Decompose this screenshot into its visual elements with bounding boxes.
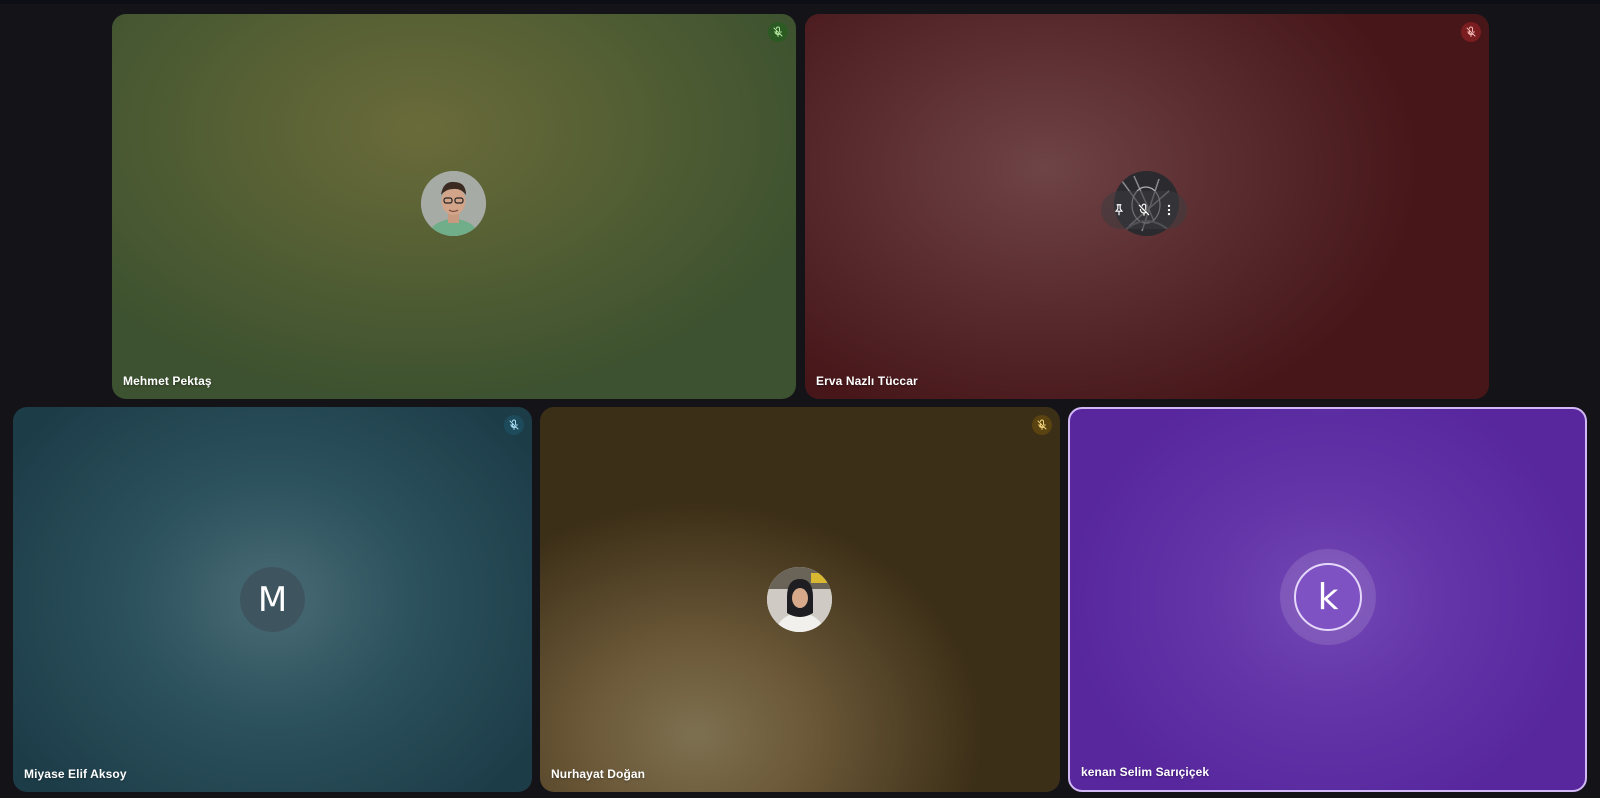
- participant-tile[interactable]: Mehmet Pektaş: [112, 14, 796, 399]
- mic-off-icon: [504, 415, 524, 435]
- mic-off-icon: [1032, 415, 1052, 435]
- avatar-photo: [421, 171, 486, 236]
- mic-off-icon: [1461, 22, 1481, 42]
- avatar-initial: M: [257, 579, 288, 620]
- participant-tile[interactable]: Nurhayat Doğan: [540, 407, 1060, 792]
- avatar-letter: k: [1294, 563, 1362, 631]
- mic-off-icon: [768, 22, 788, 42]
- avatar-photo: [767, 567, 832, 632]
- top-border: [0, 0, 1600, 4]
- more-vert-icon[interactable]: [1161, 202, 1177, 218]
- mic-off-icon[interactable]: [1136, 202, 1152, 218]
- participant-name: Nurhayat Doğan: [551, 767, 646, 781]
- participant-tile[interactable]: M Miyase Elif Aksoy: [13, 407, 532, 792]
- participant-tile[interactable]: Erva Nazlı Tüccar: [805, 14, 1489, 399]
- participant-tile-active[interactable]: k kenan Selim Sarıçiçek: [1068, 407, 1587, 792]
- pin-icon[interactable]: [1111, 202, 1127, 218]
- avatar-letter: M: [240, 567, 305, 632]
- participant-name: Miyase Elif Aksoy: [24, 767, 127, 781]
- participant-name: Mehmet Pektaş: [123, 374, 212, 388]
- participant-name: kenan Selim Sarıçiçek: [1081, 765, 1210, 779]
- participant-name: Erva Nazlı Tüccar: [816, 374, 918, 388]
- avatar-initial: k: [1317, 576, 1339, 618]
- tile-hover-controls: [1101, 191, 1187, 229]
